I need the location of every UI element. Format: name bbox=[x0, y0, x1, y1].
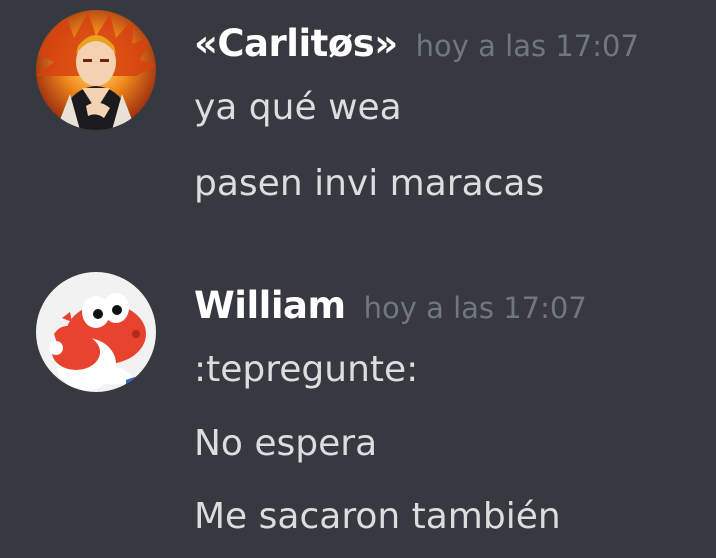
chat-log: «Carlitøs» hoy a las 17:07 ya qué wea pas… bbox=[0, 0, 716, 558]
anime-fire-character-avatar-icon bbox=[36, 10, 156, 130]
user-avatar[interactable] bbox=[36, 272, 156, 392]
message-text: No espera bbox=[194, 423, 378, 464]
username[interactable]: William bbox=[194, 284, 346, 327]
username[interactable]: «Carlitøs» bbox=[194, 22, 398, 65]
red-yoshi-avatar-icon bbox=[36, 272, 156, 392]
message-text: pasen invi maracas bbox=[194, 163, 545, 204]
message-header: William hoy a las 17:07 bbox=[194, 284, 587, 327]
timestamp: hoy a las 17:07 bbox=[415, 29, 639, 63]
timestamp: hoy a las 17:07 bbox=[363, 291, 587, 325]
message-header: «Carlitøs» hoy a las 17:07 bbox=[194, 22, 639, 65]
message-text: ya qué wea bbox=[194, 87, 402, 128]
message-text: Me sacaron también bbox=[194, 496, 561, 537]
user-avatar[interactable] bbox=[36, 10, 156, 130]
message-text: :tepregunte: bbox=[194, 349, 419, 390]
